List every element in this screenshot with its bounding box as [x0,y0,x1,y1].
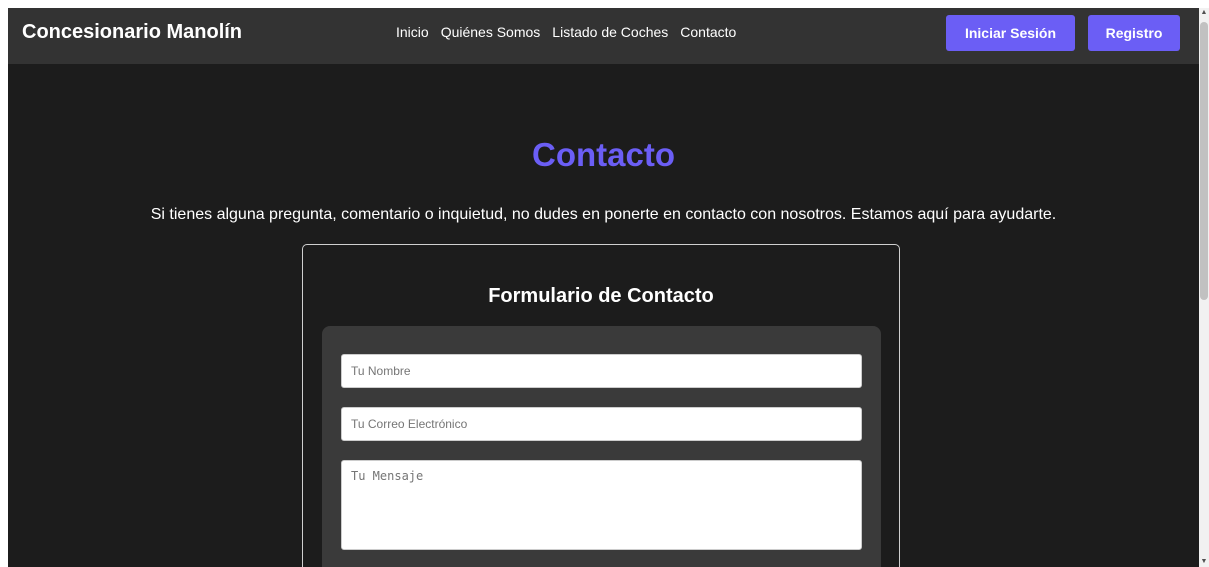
page-viewport: Concesionario Manolín Inicio Quiénes Som… [8,8,1199,567]
form-title: Formulario de Contacto [488,285,714,307]
caret-up-icon[interactable]: ▲ [1199,8,1209,18]
contact-form-panel [322,326,881,567]
nav-link-contacto[interactable]: Contacto [680,24,736,40]
brand-logo-text[interactable]: Concesionario Manolín [22,21,242,44]
name-input[interactable] [341,354,862,388]
nav-link-quienes-somos[interactable]: Quiénes Somos [441,24,541,40]
email-input[interactable] [341,407,862,441]
scrollbar-thumb[interactable] [1200,22,1208,300]
page-title: Contacto [532,136,675,173]
message-textarea[interactable] [341,460,862,550]
intro-text: Si tienes alguna pregunta, comentario o … [150,206,1057,223]
nav-links: Inicio Quiénes Somos Listado de Coches C… [396,24,736,40]
register-button[interactable]: Registro [1088,15,1180,51]
contact-form-card: Formulario de Contacto [302,244,900,567]
caret-down-icon[interactable]: ▼ [1199,557,1209,567]
nav-link-inicio[interactable]: Inicio [396,24,429,40]
nav-link-listado-coches[interactable]: Listado de Coches [552,24,668,40]
login-button[interactable]: Iniciar Sesión [946,15,1075,51]
top-navbar: Concesionario Manolín Inicio Quiénes Som… [8,8,1199,64]
vertical-scrollbar[interactable]: ▲ ▼ [1199,8,1209,567]
